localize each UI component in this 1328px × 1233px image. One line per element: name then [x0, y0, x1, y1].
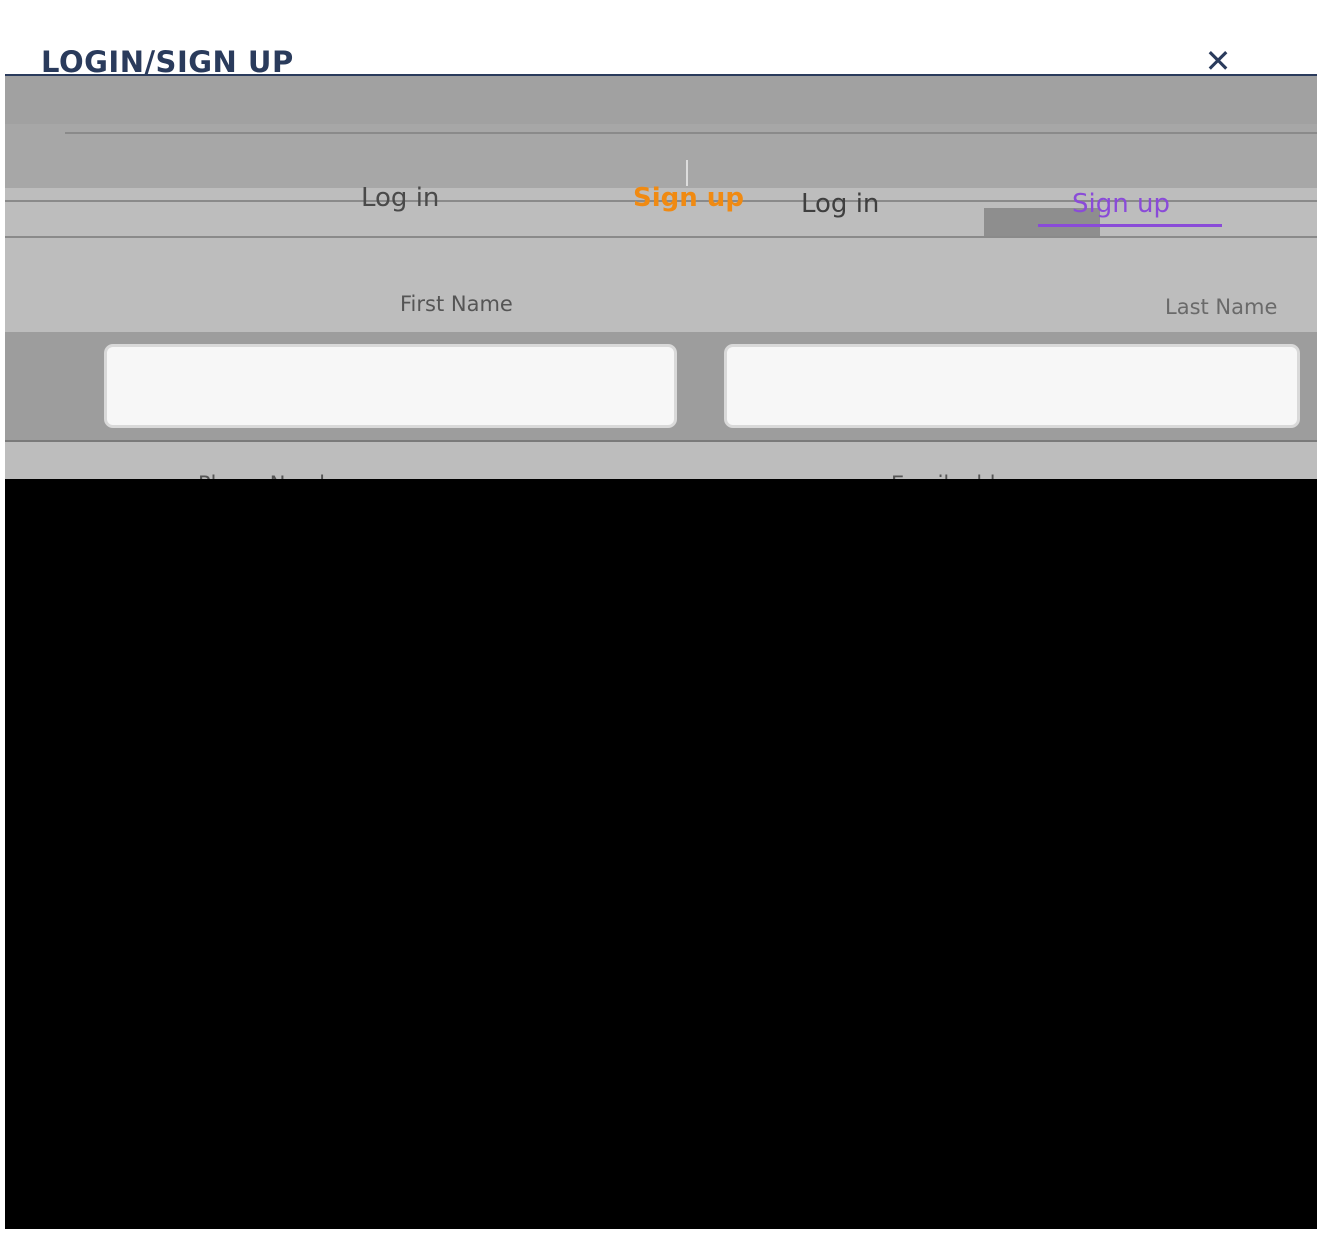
band-rule: [65, 132, 1317, 134]
modal-header: LOGIN/SIGN UP ✕: [5, 10, 1317, 79]
first-name-input[interactable]: [104, 344, 677, 428]
obscured-form-area: [5, 479, 1317, 1229]
header-band: [5, 76, 1317, 124]
last-name-input[interactable]: [724, 344, 1300, 428]
modal-body: Log in Sign up Log in Sign up First Name…: [5, 76, 1317, 496]
active-tab-underline: [1038, 224, 1222, 227]
tab-login[interactable]: Log in: [361, 182, 439, 214]
tab-signup-ghost[interactable]: Sign up: [1072, 188, 1170, 220]
login-signup-modal: LOGIN/SIGN UP ✕ Log in Sign up Log in Si…: [5, 10, 1317, 1229]
close-icon[interactable]: ✕: [1201, 44, 1235, 78]
band-rule: [5, 236, 1317, 238]
row-rule: [5, 440, 1317, 442]
tab-signup[interactable]: Sign up: [633, 182, 744, 214]
first-name-label: First Name: [400, 292, 513, 316]
last-name-label: Last Name: [1165, 295, 1278, 319]
tab-login-ghost[interactable]: Log in: [801, 188, 879, 220]
